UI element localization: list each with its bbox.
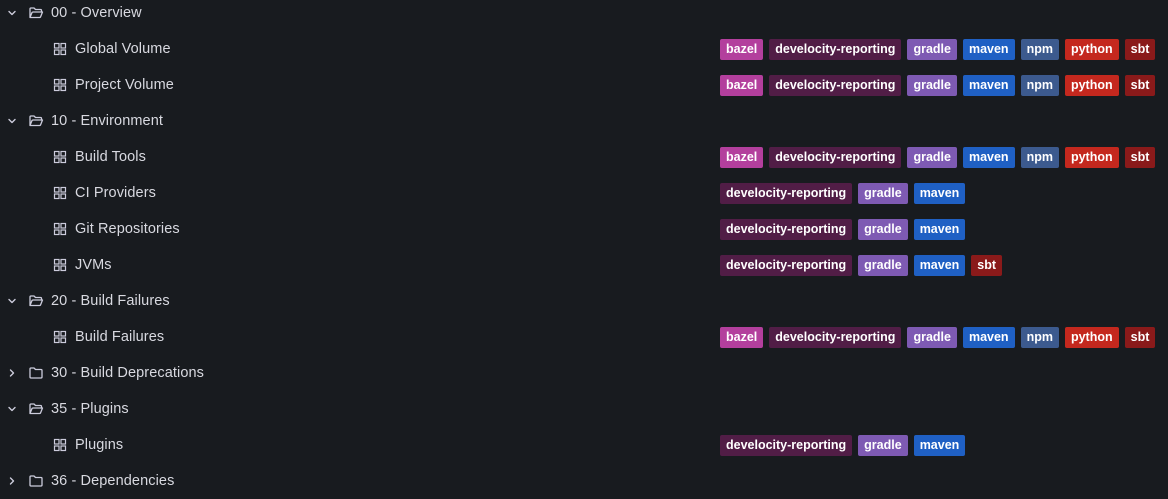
tag-develocity-reporting[interactable]: develocity-reporting — [720, 254, 853, 276]
tag-maven[interactable]: maven — [913, 254, 966, 276]
tag-maven[interactable]: maven — [913, 218, 966, 240]
dashboard-link[interactable]: CI Providers — [75, 185, 156, 201]
tag-maven[interactable]: maven — [913, 434, 966, 456]
dashboard-row[interactable]: JVMs develocity-reporting gradle maven sbt — [0, 247, 1168, 283]
folder-open-icon — [28, 293, 44, 309]
tag-develocity-reporting[interactable]: develocity-reporting — [720, 218, 853, 240]
folder-row[interactable]: 35 - Plugins — [0, 391, 1168, 427]
chevron-right-icon[interactable] — [5, 366, 19, 380]
tag-python[interactable]: python — [1064, 38, 1119, 60]
tag-list: develocity-reporting gradle maven — [720, 434, 966, 456]
folder-label[interactable]: 00 - Overview — [51, 5, 142, 21]
dashboard-grid-icon — [52, 149, 68, 165]
tag-npm[interactable]: npm — [1020, 38, 1059, 60]
dashboard-grid-icon — [52, 41, 68, 57]
tag-list: develocity-reporting gradle maven sbt — [720, 254, 1003, 276]
tag-npm[interactable]: npm — [1020, 326, 1059, 348]
tag-list: develocity-reporting gradle maven — [720, 182, 966, 204]
dashboard-grid-icon — [52, 185, 68, 201]
dashboard-link[interactable]: Build Tools — [75, 149, 146, 165]
tag-gradle[interactable]: gradle — [907, 74, 957, 96]
tag-python[interactable]: python — [1064, 74, 1119, 96]
chevron-down-icon[interactable] — [5, 294, 19, 308]
tag-maven[interactable]: maven — [962, 146, 1015, 168]
tag-maven[interactable]: maven — [962, 38, 1015, 60]
dashboard-row[interactable]: Build Tools bazel develocity-reporting grad… — [0, 139, 1168, 175]
tag-sbt[interactable]: sbt — [971, 254, 1003, 276]
tag-develocity-reporting[interactable]: develocity-reporting — [720, 434, 853, 456]
tag-develocity-reporting[interactable]: develocity-reporting — [720, 182, 853, 204]
dashboard-link[interactable]: Plugins — [75, 437, 123, 453]
dashboard-row[interactable]: Git Repositories develocity-reporting grad… — [0, 211, 1168, 247]
tag-list: develocity-reporting gradle maven — [720, 218, 966, 240]
tag-list: bazel develocity-reporting gradle maven npm p… — [720, 326, 1156, 348]
tag-bazel[interactable]: bazel — [720, 74, 764, 96]
tag-sbt[interactable]: sbt — [1124, 38, 1156, 60]
chevron-down-icon[interactable] — [5, 402, 19, 416]
dashboard-grid-icon — [52, 221, 68, 237]
tag-develocity-reporting[interactable]: develocity-reporting — [769, 146, 902, 168]
dashboard-grid-icon — [52, 257, 68, 273]
tag-bazel[interactable]: bazel — [720, 326, 764, 348]
folder-open-icon — [28, 401, 44, 417]
tag-sbt[interactable]: sbt — [1124, 146, 1156, 168]
dashboard-link[interactable]: Build Failures — [75, 329, 164, 345]
folder-row[interactable]: 30 - Build Deprecations — [0, 355, 1168, 391]
folder-label[interactable]: 20 - Build Failures — [51, 293, 170, 309]
folder-row[interactable]: 00 - Overview — [0, 0, 1168, 31]
folder-open-icon — [28, 5, 44, 21]
tag-python[interactable]: python — [1064, 326, 1119, 348]
chevron-right-icon[interactable] — [5, 474, 19, 488]
dashboard-link[interactable]: Project Volume — [75, 77, 174, 93]
tag-develocity-reporting[interactable]: develocity-reporting — [769, 326, 902, 348]
tag-gradle[interactable]: gradle — [907, 146, 957, 168]
tag-bazel[interactable]: bazel — [720, 146, 764, 168]
dashboard-grid-icon — [52, 437, 68, 453]
tag-npm[interactable]: npm — [1020, 74, 1059, 96]
tag-list: bazel develocity-reporting gradle maven npm p… — [720, 146, 1156, 168]
tag-maven[interactable]: maven — [913, 182, 966, 204]
folder-icon — [28, 473, 44, 489]
folder-label[interactable]: 10 - Environment — [51, 113, 163, 129]
folder-row[interactable]: 20 - Build Failures — [0, 283, 1168, 319]
tag-sbt[interactable]: sbt — [1124, 326, 1156, 348]
dashboard-row[interactable]: CI Providers develocity-reporting gradle ma… — [0, 175, 1168, 211]
tag-gradle[interactable]: gradle — [858, 218, 908, 240]
dashboard-row[interactable]: Build Failures bazel develocity-reporting g… — [0, 319, 1168, 355]
tag-sbt[interactable]: sbt — [1124, 74, 1156, 96]
tag-develocity-reporting[interactable]: develocity-reporting — [769, 38, 902, 60]
tag-maven[interactable]: maven — [962, 326, 1015, 348]
chevron-down-icon[interactable] — [5, 114, 19, 128]
dashboard-link[interactable]: Git Repositories — [75, 221, 180, 237]
chevron-down-icon[interactable] — [5, 6, 19, 20]
tag-gradle[interactable]: gradle — [858, 254, 908, 276]
folder-label[interactable]: 35 - Plugins — [51, 401, 129, 417]
tag-bazel[interactable]: bazel — [720, 38, 764, 60]
folder-row[interactable]: 10 - Environment — [0, 103, 1168, 139]
dashboard-grid-icon — [52, 329, 68, 345]
tag-python[interactable]: python — [1064, 146, 1119, 168]
tag-gradle[interactable]: gradle — [858, 434, 908, 456]
dashboard-grid-icon — [52, 77, 68, 93]
dashboard-row[interactable]: Project Volume bazel develocity-reporting g… — [0, 67, 1168, 103]
dashboard-link[interactable]: Global Volume — [75, 41, 171, 57]
dashboard-row[interactable]: Plugins develocity-reporting gradle maven — [0, 427, 1168, 463]
tag-develocity-reporting[interactable]: develocity-reporting — [769, 74, 902, 96]
tag-gradle[interactable]: gradle — [858, 182, 908, 204]
tag-maven[interactable]: maven — [962, 74, 1015, 96]
folder-icon — [28, 365, 44, 381]
folder-row[interactable]: 36 - Dependencies — [0, 463, 1168, 499]
folder-label[interactable]: 36 - Dependencies — [51, 473, 174, 489]
dashboard-tree: 00 - Overview Global Volume bazel develocit… — [0, 0, 1168, 499]
tag-list: bazel develocity-reporting gradle maven npm p… — [720, 74, 1156, 96]
tag-list: bazel develocity-reporting gradle maven npm p… — [720, 38, 1156, 60]
dashboard-link[interactable]: JVMs — [75, 257, 112, 273]
tag-npm[interactable]: npm — [1020, 146, 1059, 168]
tag-gradle[interactable]: gradle — [907, 38, 957, 60]
folder-open-icon — [28, 113, 44, 129]
tag-gradle[interactable]: gradle — [907, 326, 957, 348]
dashboard-row[interactable]: Global Volume bazel develocity-reporting gr… — [0, 31, 1168, 67]
folder-label[interactable]: 30 - Build Deprecations — [51, 365, 204, 381]
